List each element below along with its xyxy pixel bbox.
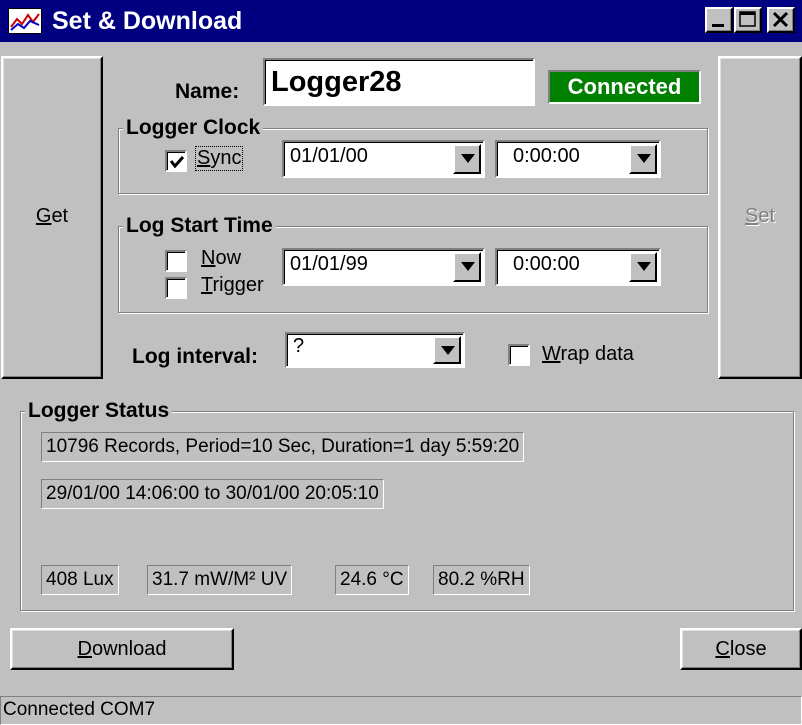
start-date-combo[interactable]: 01/01/99 [282,248,485,286]
chevron-down-icon [441,346,455,355]
start-time-dropdown-button[interactable] [629,252,657,282]
clock-time-dropdown-button[interactable] [629,144,657,174]
reading-temperature: 24.6 °C [335,565,409,595]
wrap-data-checkbox[interactable] [508,344,530,366]
reading-uv: 31.7 mW/M² UV [147,565,293,595]
logger-clock-title: Logger Clock [123,117,264,139]
trigger-checkbox[interactable] [165,277,187,299]
reading-lux: 408 Lux [41,565,119,595]
close-window-button[interactable] [767,7,795,33]
clock-time-combo[interactable]: 0:00:00 [495,140,661,178]
log-interval-dropdown-button[interactable] [433,336,461,364]
time-range: 29/01/00 14:06:00 to 30/01/00 20:05:10 [41,479,384,509]
reading-humidity: 80.2 %RH [433,565,530,595]
log-interval-combo[interactable]: ? [285,332,465,368]
title-bar[interactable]: Set & Download [0,0,802,42]
maximize-button[interactable] [734,7,762,33]
maximize-icon [739,11,756,27]
chevron-down-icon [637,154,651,163]
start-date-dropdown-button[interactable] [453,252,481,282]
records-summary: 10796 Records, Period=10 Sec, Duration=1… [41,432,525,462]
get-button[interactable]: Get [1,56,103,379]
status-bar: Connected COM7 [0,696,802,725]
minimize-button[interactable] [705,7,733,33]
set-button[interactable]: Set [718,56,802,379]
chevron-down-icon [461,262,475,271]
now-checkbox[interactable] [165,250,187,272]
sync-label: Sync [194,146,244,171]
window-title: Set & Download [52,7,243,35]
minimize-icon [712,24,724,27]
chevron-down-icon [637,262,651,271]
set-download-window: Set & Download Get Set Name: Logger28 Co… [0,0,802,725]
sync-checkbox[interactable] [165,150,187,172]
close-icon [772,11,789,28]
checkmark-icon [169,156,185,169]
close-button[interactable]: Close [680,628,802,670]
logger-status-title: Logger Status [25,400,173,422]
chevron-down-icon [461,154,475,163]
clock-date-combo[interactable]: 01/01/00 [282,140,485,178]
name-label: Name: [175,80,240,103]
download-button[interactable]: Download [10,628,234,670]
log-start-time-title: Log Start Time [123,215,276,237]
now-label: Now [201,247,242,269]
start-time-combo[interactable]: 0:00:00 [495,248,661,286]
wrap-data-label: Wrap data [542,343,634,365]
log-interval-label: Log interval: [132,345,259,368]
clock-date-dropdown-button[interactable] [453,144,481,174]
trigger-label: Trigger [201,274,264,296]
connection-status-badge: Connected [548,70,701,104]
chart-line-icon [8,8,42,34]
name-input[interactable]: Logger28 [263,58,535,106]
